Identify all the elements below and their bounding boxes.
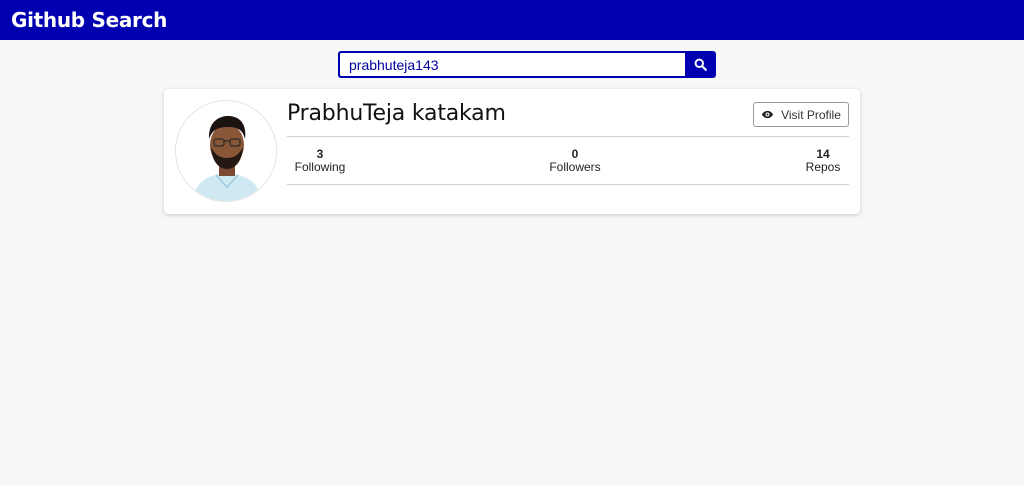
profile-name: PrabhuTeja katakam	[287, 101, 506, 126]
divider	[287, 136, 849, 137]
visit-profile-button[interactable]: Visit Profile	[753, 102, 849, 127]
following-label: Following	[294, 160, 346, 174]
stat-repos: 14 Repos	[798, 148, 848, 174]
stat-following: 3 Following	[287, 148, 353, 174]
avatar-photo	[176, 101, 276, 201]
app-title: Github Search	[11, 8, 168, 32]
search-bar	[338, 51, 716, 78]
search-input[interactable]	[338, 51, 685, 78]
eye-icon	[761, 110, 774, 119]
avatar	[175, 100, 277, 202]
divider	[287, 184, 849, 185]
visit-profile-label: Visit Profile	[781, 107, 841, 122]
followers-label: Followers	[549, 160, 601, 174]
search-button[interactable]	[685, 51, 716, 78]
stat-followers: 0 Followers	[545, 148, 605, 174]
profile-card: PrabhuTeja katakam Visit Profile 3 Follo…	[164, 89, 860, 214]
app-header: Github Search	[0, 0, 1024, 40]
repos-label: Repos	[805, 160, 841, 174]
search-icon	[694, 58, 707, 71]
